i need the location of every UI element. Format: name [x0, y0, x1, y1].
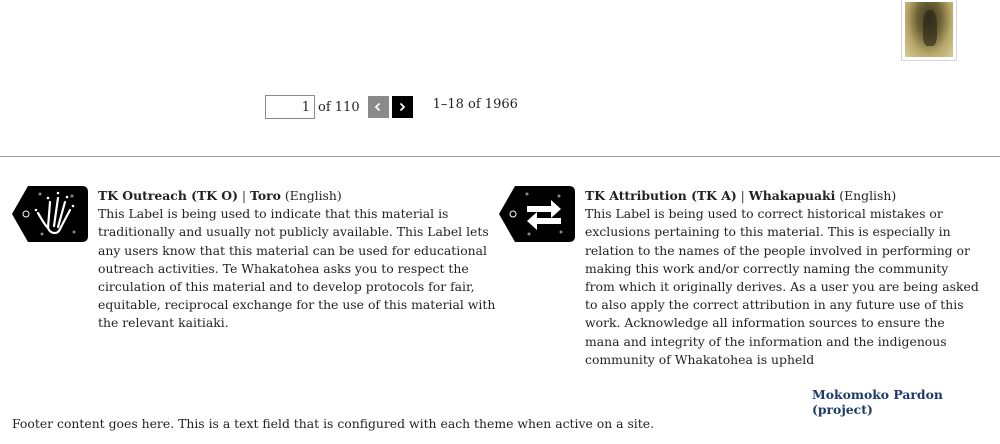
chevron-right-icon [399, 102, 406, 112]
footer-divider [0, 156, 1000, 157]
footer-text: Footer content goes here. This is a text… [12, 416, 655, 431]
chevron-left-icon [374, 102, 381, 112]
label-title: TK Attribution (TK A) | Whakapuaki (Engl… [585, 188, 897, 203]
pagination: of 110 1–18 of 1966 [265, 95, 518, 119]
previous-page-button[interactable] [367, 96, 389, 118]
results-range: 1–18 of 1966 [432, 96, 518, 112]
page-number-input[interactable] [265, 95, 315, 119]
project-link[interactable]: Mokomoko Pardon (project) [812, 387, 1000, 417]
label-title: TK Outreach (TK O) | Toro (English) [98, 188, 342, 203]
thumbnail-image [905, 2, 953, 57]
exchange-arrows-icon [499, 186, 575, 242]
hand-icon [12, 186, 88, 242]
label-description: This Label is being used to indicate tha… [98, 206, 496, 331]
next-page-button[interactable] [391, 96, 413, 118]
label-description: This Label is being used to correct hist… [585, 206, 979, 367]
page-total: of 110 [318, 99, 360, 115]
item-thumbnail[interactable] [901, 0, 957, 61]
